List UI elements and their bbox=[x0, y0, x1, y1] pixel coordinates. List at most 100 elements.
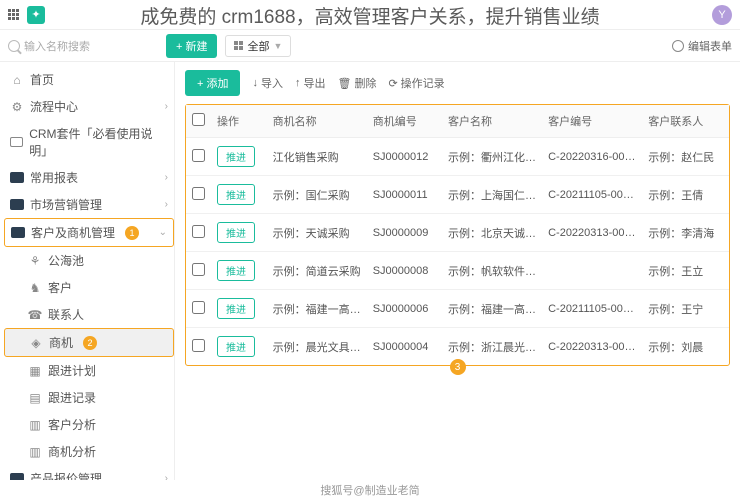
delete-button[interactable]: 🗑 删除 bbox=[337, 75, 376, 91]
nav-product-quote[interactable]: 产品报价管理› bbox=[4, 465, 174, 480]
nav-label: CRM套件「必看使用说明」 bbox=[29, 125, 168, 159]
folder-icon bbox=[10, 473, 24, 480]
export-button[interactable]: ↑ 导出 bbox=[295, 75, 326, 91]
cell-cust-code: C-20220316-0000001 bbox=[542, 138, 642, 176]
cell-cust-name: 示例：上海国仁有限… bbox=[442, 176, 542, 214]
row-checkbox[interactable] bbox=[192, 187, 205, 200]
chevron-down-icon: ▼ bbox=[273, 41, 282, 51]
import-button[interactable]: ↓ 导入 bbox=[252, 75, 283, 91]
chevron-right-icon: › bbox=[165, 473, 168, 480]
apps-grid-icon[interactable] bbox=[8, 9, 19, 20]
folder-icon bbox=[10, 172, 24, 183]
row-checkbox[interactable] bbox=[192, 225, 205, 238]
home-icon: ⌂ bbox=[10, 73, 24, 87]
cell-contact: 示例：王宁 bbox=[642, 290, 729, 328]
nav-contact[interactable]: ☎联系人 bbox=[4, 301, 174, 328]
push-button[interactable]: 推进 bbox=[217, 336, 255, 357]
nav-process[interactable]: ⚙流程中心› bbox=[4, 93, 174, 120]
edit-table-label: 编辑表单 bbox=[688, 38, 732, 54]
row-checkbox[interactable] bbox=[192, 301, 205, 314]
filter-label: 全部 bbox=[247, 38, 269, 54]
nav-label: 商机 bbox=[49, 334, 73, 351]
cell-contact: 示例：王倩 bbox=[642, 176, 729, 214]
nav-label: 客户及商机管理 bbox=[31, 224, 115, 241]
nav-label: 跟进记录 bbox=[48, 389, 96, 406]
cell-opp-name: 示例：福建一高3月订单 bbox=[267, 290, 367, 328]
table-row[interactable]: 推进 示例：福建一高3月订单 SJ0000006 示例：福建一高集团 C-202… bbox=[186, 290, 729, 328]
folder-icon bbox=[10, 199, 24, 210]
row-checkbox[interactable] bbox=[192, 339, 205, 352]
edit-table-button[interactable]: 编辑表单 bbox=[672, 38, 732, 54]
search-input[interactable]: 输入名称搜索 bbox=[8, 38, 158, 54]
cell-opp-code: SJ0000008 bbox=[367, 252, 442, 290]
cell-opp-code: SJ0000012 bbox=[367, 138, 442, 176]
cell-opp-name: 示例：国仁采购 bbox=[267, 176, 367, 214]
badge-1: 1 bbox=[125, 226, 139, 240]
col-opp-code: 商机编号 bbox=[367, 105, 442, 138]
cell-opp-code: SJ0000009 bbox=[367, 214, 442, 252]
badge-3: 3 bbox=[450, 359, 466, 375]
logo-icon[interactable]: ✦ bbox=[27, 6, 45, 24]
table-row[interactable]: 推进 示例：国仁采购 SJ0000011 示例：上海国仁有限… C-202111… bbox=[186, 176, 729, 214]
nav-common-report[interactable]: 常用报表› bbox=[4, 164, 174, 191]
search-icon bbox=[8, 40, 20, 52]
push-button[interactable]: 推进 bbox=[217, 146, 255, 167]
row-checkbox[interactable] bbox=[192, 149, 205, 162]
table-header-row: 操作 商机名称 商机编号 客户名称 客户编号 客户联系人 bbox=[186, 105, 729, 138]
cell-contact: 示例：赵仁民 bbox=[642, 138, 729, 176]
badge-2: 2 bbox=[83, 336, 97, 350]
row-checkbox[interactable] bbox=[192, 263, 205, 276]
user-icon: ⚘ bbox=[28, 254, 42, 268]
cell-cust-code: C-20211105-0000004 bbox=[542, 290, 642, 328]
nav-label: 跟进计划 bbox=[48, 362, 96, 379]
record-icon: ▤ bbox=[28, 391, 42, 405]
nav-pool[interactable]: ⚘公海池 bbox=[4, 247, 174, 274]
table-row[interactable]: 推进 示例：简道云采购 SJ0000008 示例：帆软软件有限公司 示例：王立 bbox=[186, 252, 729, 290]
nav-customer-analysis[interactable]: ▥客户分析 bbox=[4, 411, 174, 438]
cell-cust-name: 示例：福建一高集团 bbox=[442, 290, 542, 328]
cell-cust-name: 示例：北京天诚软件… bbox=[442, 214, 542, 252]
col-cust-name: 客户名称 bbox=[442, 105, 542, 138]
cell-opp-name: 江化销售采购 bbox=[267, 138, 367, 176]
layout-icon bbox=[234, 41, 243, 50]
folder-icon bbox=[11, 227, 25, 238]
select-all-checkbox[interactable] bbox=[192, 113, 205, 126]
nav-follow-plan[interactable]: ▦跟进计划 bbox=[4, 357, 174, 384]
nav-customer[interactable]: ♞ 客户 bbox=[4, 274, 174, 301]
cell-cust-code: C-20220313-0000004 bbox=[542, 328, 642, 366]
contact-icon: ☎ bbox=[28, 308, 42, 322]
op-log-button[interactable]: ⟳ 操作记录 bbox=[388, 75, 444, 91]
table-container: 操作 商机名称 商机编号 客户名称 客户编号 客户联系人 推进 江化销售采购 S… bbox=[185, 104, 730, 366]
nav-marketing[interactable]: 市场营销管理› bbox=[4, 191, 174, 218]
nav-customer-opp[interactable]: 客户及商机管理1⌄ bbox=[4, 218, 174, 247]
cell-opp-code: SJ0000011 bbox=[367, 176, 442, 214]
chevron-right-icon: › bbox=[165, 199, 168, 210]
cell-opp-code: SJ0000006 bbox=[367, 290, 442, 328]
add-button[interactable]: + 添加 bbox=[185, 70, 240, 96]
nav-crm-suite[interactable]: CRM套件「必看使用说明」 bbox=[4, 120, 174, 164]
cell-cust-name: 示例：衢州江化集团 bbox=[442, 138, 542, 176]
push-button[interactable]: 推进 bbox=[217, 298, 255, 319]
toolbar: + 添加 ↓ 导入 ↑ 导出 🗑 删除 ⟳ 操作记录 bbox=[185, 70, 730, 96]
push-button[interactable]: 推进 bbox=[217, 222, 255, 243]
push-button[interactable]: 推进 bbox=[217, 184, 255, 205]
nav-opportunity[interactable]: ◈商机2 bbox=[4, 328, 174, 357]
nav-label: 客户 bbox=[48, 279, 72, 296]
cell-cust-code bbox=[542, 252, 642, 290]
nav-home[interactable]: ⌂ 首页 bbox=[4, 66, 174, 93]
card-icon bbox=[10, 135, 23, 149]
cell-cust-code: C-20211105-0000001 bbox=[542, 176, 642, 214]
opportunity-table: 操作 商机名称 商机编号 客户名称 客户编号 客户联系人 推进 江化销售采购 S… bbox=[186, 105, 729, 365]
filter-all[interactable]: 全部 ▼ bbox=[225, 35, 291, 57]
user-icon: ♞ bbox=[28, 281, 42, 295]
push-button[interactable]: 推进 bbox=[217, 260, 255, 281]
table-row[interactable]: 推进 示例：天诚采购 SJ0000009 示例：北京天诚软件… C-202203… bbox=[186, 214, 729, 252]
nav-opp-analysis[interactable]: ▥商机分析 bbox=[4, 438, 174, 465]
col-cust-code: 客户编号 bbox=[542, 105, 642, 138]
nav-follow-record[interactable]: ▤ 跟进记录 bbox=[4, 384, 174, 411]
nav-label: 首页 bbox=[30, 71, 54, 88]
avatar[interactable]: Y bbox=[712, 5, 732, 25]
table-row[interactable]: 推进 江化销售采购 SJ0000012 示例：衢州江化集团 C-20220316… bbox=[186, 138, 729, 176]
new-button[interactable]: + 新建 bbox=[166, 34, 217, 58]
cell-cust-name: 示例：帆软软件有限公司 bbox=[442, 252, 542, 290]
